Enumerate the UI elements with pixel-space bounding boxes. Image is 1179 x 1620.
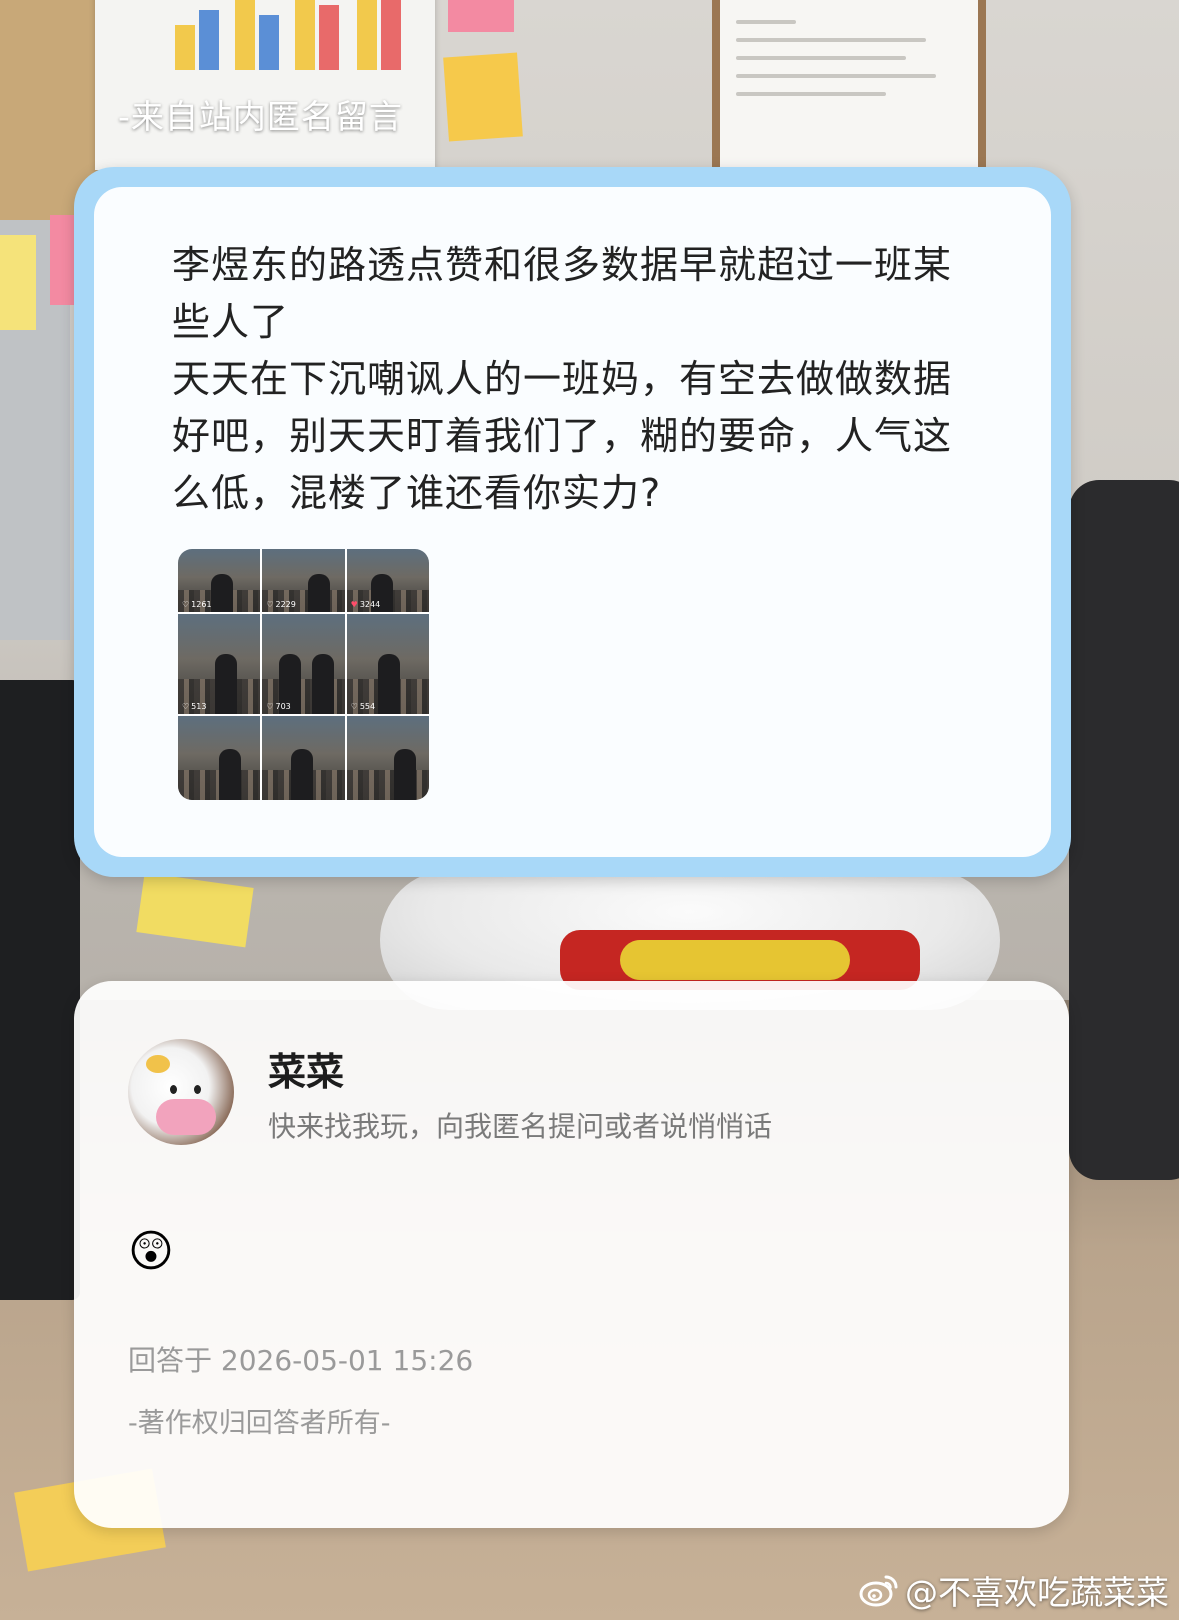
photo-grid-image[interactable]: ♡ 1261 ♡ 2229 ♥ 3244 ♡ 513 ♡ 703 ♡ 554 [178, 549, 429, 800]
heart-icon: ♡ [266, 701, 274, 711]
sticky-note [136, 872, 254, 948]
question-card[interactable]: 李煜东的路透点赞和很多数据早就超过一班某 些人了 天天在下沉嘲讽人的一班妈，有空… [74, 167, 1071, 877]
weibo-watermark: @不喜欢吃蔬菜菜 [859, 1566, 1169, 1614]
sticky-note [0, 235, 36, 330]
like-count: ♡ 1261 [182, 599, 212, 609]
copyright-notice: -著作权归回答者所有- [128, 1408, 391, 1439]
avatar[interactable] [128, 1039, 234, 1145]
answerer-name[interactable]: 菜菜 [268, 1041, 344, 1096]
question-line: 天天在下沉嘲讽人的一班妈，有空去做做数据 [172, 357, 953, 401]
question-line: 好吧，别天天盯着我们了，糊的要命，人气这 [172, 414, 953, 458]
source-caption: -来自站内匿名留言 [118, 97, 403, 136]
photo-thumbnail: ♡ 2229 [262, 549, 345, 612]
weibo-icon [859, 1575, 898, 1607]
question-line: 些人了 [172, 300, 290, 344]
heart-icon: ♡ [182, 599, 190, 609]
question-line: 李煜东的路透点赞和很多数据早就超过一班某 [172, 243, 953, 287]
like-count: ♡ 554 [350, 701, 376, 711]
heart-icon: ♡ [182, 701, 190, 711]
answerer-bio: 快来找我玩，向我匿名提问或者说悄悄话 [268, 1110, 773, 1143]
surprised-face-icon: 😲 [128, 1226, 174, 1277]
question-text: 李煜东的路透点赞和很多数据早就超过一班某 些人了 天天在下沉嘲讽人的一班妈，有空… [172, 237, 971, 522]
plush-toy-ribbon [620, 940, 850, 980]
photo-thumbnail: ♥ 3244 [346, 549, 429, 612]
photo-thumbnail [178, 715, 261, 800]
question-card-body: 李煜东的路透点赞和很多数据早就超过一班某 些人了 天天在下沉嘲讽人的一班妈，有空… [94, 187, 1051, 857]
heart-icon: ♡ [350, 701, 358, 711]
watermark-handle: @不喜欢吃蔬菜菜 [905, 1573, 1169, 1612]
photo-thumbnail [346, 715, 429, 800]
like-count: ♥ 3244 [350, 599, 381, 609]
like-count: ♡ 2229 [266, 599, 296, 609]
photo-thumbnail: ♡ 703 [262, 613, 345, 714]
like-count: ♡ 513 [182, 701, 207, 711]
whiteboard-chart [95, 0, 435, 170]
photo-thumbnail: ♡ 513 [178, 613, 261, 714]
wall-frame [712, 0, 986, 181]
question-line: 么低，混楼了谁还看你实力? [172, 471, 662, 515]
bow-icon [146, 1055, 170, 1073]
like-count: ♡ 703 [266, 701, 291, 711]
monitor [0, 680, 80, 1300]
answer-card: 菜菜 快来找我玩，向我匿名提问或者说悄悄话 😲 回答于 2026-05-01 1… [74, 981, 1069, 1528]
office-chair [1069, 480, 1179, 1180]
sticky-note [448, 0, 514, 32]
photo-thumbnail [262, 715, 345, 800]
heart-icon: ♡ [266, 599, 274, 609]
answer-timestamp: 回答于 2026-05-01 15:26 [128, 1344, 474, 1377]
sticky-note [443, 52, 523, 142]
photo-thumbnail: ♡ 1261 [178, 549, 261, 612]
photo-thumbnail: ♡ 554 [346, 613, 429, 714]
heart-icon: ♥ [350, 599, 358, 609]
